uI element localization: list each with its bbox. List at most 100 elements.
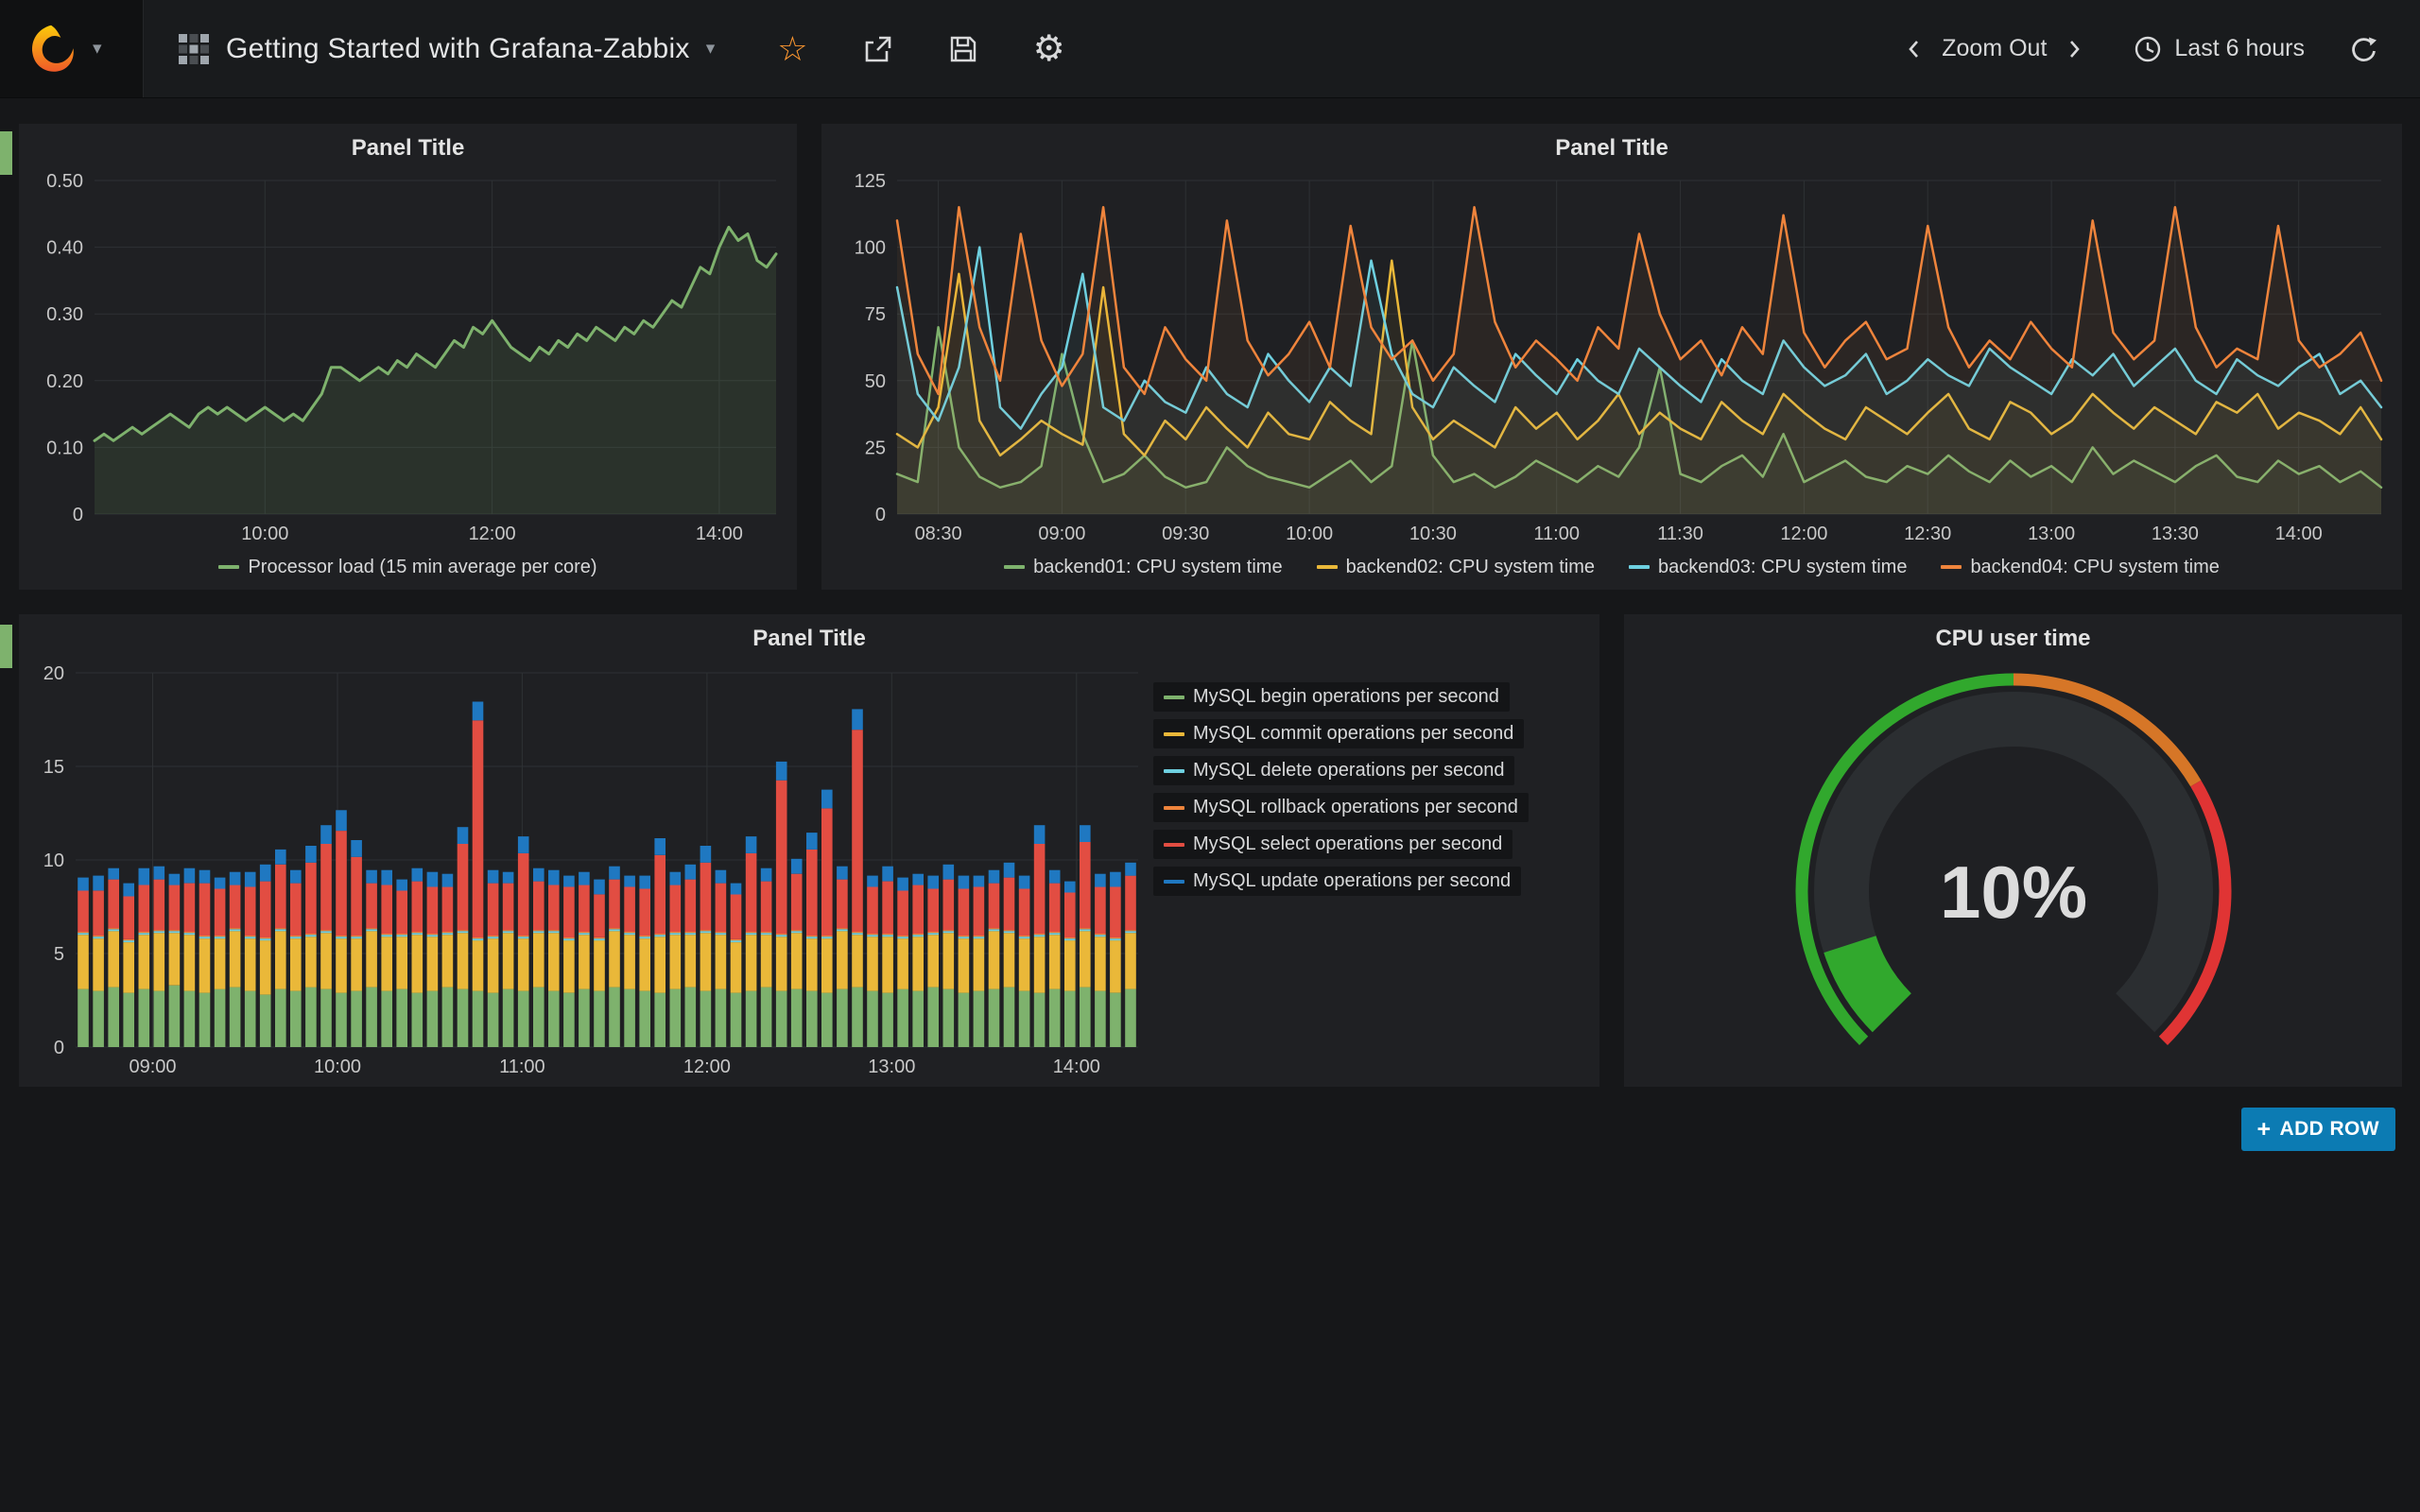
legend-item[interactable]: MySQL delete operations per second [1153, 756, 1514, 785]
svg-text:125: 125 [855, 171, 886, 192]
legend-item[interactable]: backend03: CPU system time [1629, 557, 1907, 578]
legend-series-label: MySQL select operations per second [1193, 833, 1502, 855]
svg-text:75: 75 [865, 304, 886, 325]
svg-text:20: 20 [43, 663, 64, 684]
legend-item[interactable]: backend04: CPU system time [1941, 557, 2219, 578]
settings-button[interactable]: ⚙ [1033, 31, 1065, 67]
legend-series-swatch [1629, 565, 1650, 569]
svg-text:10%: 10% [1939, 850, 2086, 934]
legend-item[interactable]: MySQL commit operations per second [1153, 719, 1524, 748]
svg-text:12:30: 12:30 [1904, 524, 1951, 544]
chevron-left-icon [1904, 35, 1925, 63]
svg-text:12:00: 12:00 [683, 1057, 731, 1077]
add-row-label: ADD ROW [2280, 1118, 2379, 1141]
panel-title[interactable]: CPU user time [1624, 626, 2402, 652]
svg-text:14:00: 14:00 [2275, 524, 2323, 544]
legend-series-swatch [1164, 843, 1184, 847]
logo-caret-icon: ▾ [93, 40, 102, 58]
save-button[interactable] [948, 34, 978, 64]
svg-text:10:30: 10:30 [1409, 524, 1457, 544]
dashboard-title: Getting Started with Grafana-Zabbix [226, 33, 690, 65]
panel-title[interactable]: Panel Title [19, 135, 797, 162]
svg-text:14:00: 14:00 [1053, 1057, 1100, 1077]
svg-text:0: 0 [54, 1038, 64, 1058]
plus-icon: + [2257, 1116, 2272, 1143]
svg-text:0.40: 0.40 [46, 238, 83, 259]
gear-icon: ⚙ [1033, 29, 1065, 69]
grafana-dashboard: ▾ Getting Started with Grafana-Zabbix ▾ … [0, 0, 2420, 1512]
refresh-icon [2350, 35, 2378, 63]
legend-series-swatch [1164, 696, 1184, 699]
legend-series-label: MySQL update operations per second [1193, 870, 1511, 892]
legend-series-label: MySQL commit operations per second [1193, 723, 1513, 745]
line-chart-processor-load[interactable]: 00.100.200.300.400.5010:0012:0014:00 [26, 169, 789, 546]
legend-series-swatch [218, 565, 239, 569]
zoom-out-button[interactable]: Zoom Out [1942, 35, 2047, 62]
line-chart-cpu-system-time[interactable]: 025507510012508:3009:0009:3010:0010:3011… [829, 169, 2394, 546]
svg-text:10:00: 10:00 [241, 524, 288, 544]
legend-item[interactable]: backend02: CPU system time [1317, 557, 1595, 578]
legend-series-label: backend01: CPU system time [1033, 557, 1282, 578]
grafana-logo-button[interactable]: ▾ [0, 0, 144, 97]
svg-text:0.30: 0.30 [46, 304, 83, 325]
legend-item[interactable]: MySQL update operations per second [1153, 867, 1521, 896]
svg-text:0: 0 [875, 505, 886, 525]
panel-title[interactable]: Panel Title [821, 135, 2402, 162]
svg-text:0.20: 0.20 [46, 371, 83, 392]
chevron-right-icon [2064, 35, 2084, 63]
legend-series-swatch [1164, 806, 1184, 810]
dashboard-title-button[interactable]: Getting Started with Grafana-Zabbix ▾ [178, 33, 715, 65]
svg-text:25: 25 [865, 438, 886, 458]
time-shift-back-button[interactable] [1904, 35, 1925, 63]
svg-text:5: 5 [54, 944, 64, 965]
title-caret-icon: ▾ [706, 40, 716, 58]
bar-chart-mysql-operations[interactable]: 0510152009:0010:0011:0012:0013:0014:00 [26, 660, 1148, 1081]
svg-text:09:30: 09:30 [1162, 524, 1209, 544]
star-button[interactable]: ☆ [777, 32, 807, 66]
svg-text:12:00: 12:00 [469, 524, 516, 544]
legend-series-label: MySQL delete operations per second [1193, 760, 1504, 782]
svg-text:13:00: 13:00 [2028, 524, 2075, 544]
panel-cpu-user-time: CPU user time 10% [1624, 614, 2402, 1087]
legend-item[interactable]: MySQL begin operations per second [1153, 682, 1510, 712]
share-button[interactable] [863, 34, 893, 64]
row-handle[interactable] [0, 625, 12, 668]
svg-text:14:00: 14:00 [696, 524, 743, 544]
legend-item[interactable]: MySQL rollback operations per second [1153, 793, 1529, 822]
legend-series-swatch [1941, 565, 1962, 569]
legend-series-label: MySQL rollback operations per second [1193, 797, 1518, 818]
svg-text:09:00: 09:00 [129, 1057, 176, 1077]
svg-text:0: 0 [73, 505, 83, 525]
legend-series-swatch [1317, 565, 1338, 569]
legend-series-label: backend02: CPU system time [1346, 557, 1595, 578]
navbar-actions: ☆ [777, 31, 1064, 67]
legend-item[interactable]: Processor load (15 min average per core) [218, 557, 596, 578]
legend: Processor load (15 min average per core) [19, 546, 797, 588]
svg-text:13:00: 13:00 [868, 1057, 915, 1077]
legend-series-label: MySQL begin operations per second [1193, 686, 1499, 708]
legend-series-swatch [1164, 769, 1184, 773]
svg-text:0.10: 0.10 [46, 438, 83, 458]
navbar: ▾ Getting Started with Grafana-Zabbix ▾ … [0, 0, 2420, 98]
legend: MySQL begin operations per second MySQL c… [1153, 682, 1590, 896]
legend-item[interactable]: backend01: CPU system time [1004, 557, 1282, 578]
legend-series-swatch [1164, 880, 1184, 884]
save-icon [948, 34, 978, 64]
time-range-button[interactable]: Last 6 hours [2134, 35, 2305, 63]
panel-title[interactable]: Panel Title [19, 626, 1599, 652]
clock-icon [2134, 35, 2162, 63]
time-shift-forward-button[interactable] [2064, 35, 2084, 63]
time-range-label: Last 6 hours [2174, 35, 2305, 62]
legend: backend01: CPU system time backend02: CPU… [821, 546, 2402, 588]
svg-text:100: 100 [855, 238, 886, 259]
row-handle[interactable] [0, 131, 12, 175]
refresh-button[interactable] [2350, 35, 2378, 63]
legend-item[interactable]: MySQL select operations per second [1153, 830, 1512, 859]
svg-text:13:30: 13:30 [2152, 524, 2199, 544]
svg-text:12:00: 12:00 [1780, 524, 1827, 544]
legend-series-label: backend04: CPU system time [1970, 557, 2219, 578]
svg-text:11:30: 11:30 [1657, 524, 1703, 544]
legend-series-label: Processor load (15 min average per core) [248, 557, 596, 578]
share-icon [863, 34, 893, 64]
add-row-button[interactable]: + ADD ROW [2241, 1108, 2395, 1151]
